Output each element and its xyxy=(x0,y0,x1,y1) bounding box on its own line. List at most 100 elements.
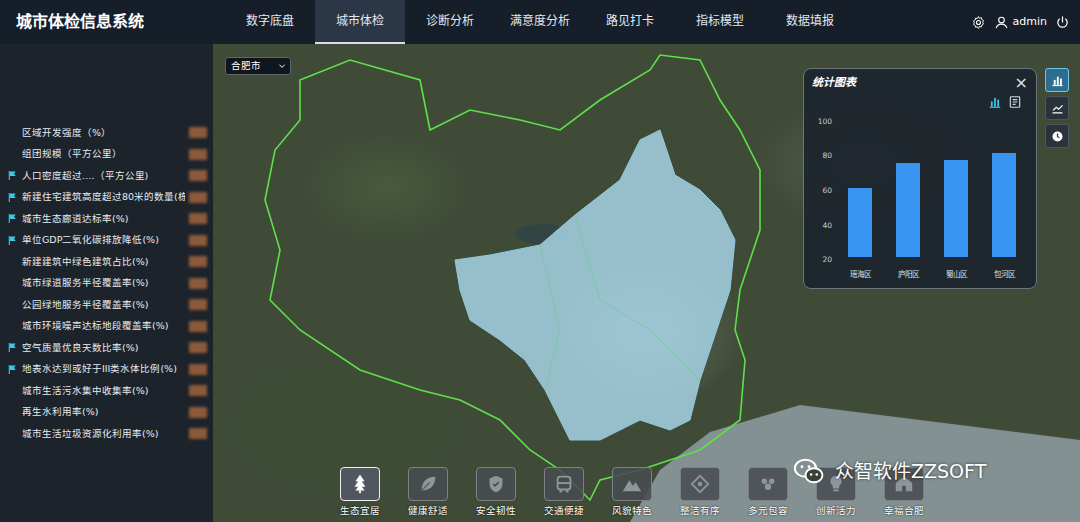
gear-icon[interactable] xyxy=(971,15,986,30)
y-tick: 40 xyxy=(812,220,832,231)
sidebar-item[interactable]: 新建住宅建筑高度超过80米的数量(栋) xyxy=(0,187,213,209)
sidebar-item[interactable]: 空气质量优良天数比率(%) xyxy=(0,337,213,359)
map-view[interactable]: 合肥市统计图表×10080604020瑶海区庐阳区蜀山区包河区生态宜居健康舒适安… xyxy=(213,44,1080,522)
sidebar-item[interactable]: 人口密度超过….（平方公里) xyxy=(0,165,213,187)
chart-title: 统计图表 xyxy=(812,75,856,92)
line-chart-icon xyxy=(1050,101,1065,116)
close-button[interactable]: × xyxy=(1015,75,1028,91)
sidebar-item[interactable]: 新建建筑中绿色建筑占比(%) xyxy=(0,251,213,273)
wechat-icon xyxy=(789,454,829,488)
sidebar-item[interactable]: 城市生活垃圾资源化利用率(%) xyxy=(0,423,213,445)
bus-icon xyxy=(553,473,575,495)
theme-icon-box xyxy=(748,467,788,501)
theme-label: 多元包容 xyxy=(748,504,788,518)
main-tabs: 数字底盘城市体检诊断分析满意度分析路见打卡指标模型数据填报 xyxy=(225,0,855,44)
sidebar-item[interactable]: 再生水利用率(%) xyxy=(0,402,213,424)
flag-icon xyxy=(7,213,18,224)
y-tick: 80 xyxy=(812,150,832,161)
theme-button[interactable]: 健康舒适 xyxy=(398,467,458,518)
item-label: 组团规模（平方公里） xyxy=(22,147,185,161)
theme-button[interactable]: 交通便捷 xyxy=(534,467,594,518)
watermark-text: 众智软件ZZSOFT xyxy=(835,457,986,486)
nav-tab[interactable]: 城市体检 xyxy=(315,0,405,44)
theme-button[interactable]: 幸福合肥 xyxy=(874,467,934,518)
sidebar-item[interactable]: 单位GDP二氧化碳排放降低(%) xyxy=(0,230,213,252)
top-bar: 城市体检信息系统数字底盘城市体检诊断分析满意度分析路见打卡指标模型数据填报 adm… xyxy=(0,0,1080,44)
theme-button[interactable]: 多元包容 xyxy=(738,467,798,518)
x-axis: 瑶海区庐阳区蜀山区包河区 xyxy=(812,269,1028,280)
user-menu[interactable]: admin xyxy=(994,14,1047,31)
redacted-value xyxy=(189,127,207,138)
nav-tab[interactable]: 数据填报 xyxy=(765,0,855,44)
sidebar-item[interactable]: 公园绿地服务半径覆盖率(%) xyxy=(0,294,213,316)
x-label: 瑶海区 xyxy=(840,269,880,280)
sidebar-item[interactable]: 地表水达到或好于III类水体比例(%) xyxy=(0,359,213,381)
theme-button[interactable]: 创新活力 xyxy=(806,467,866,518)
theme-icon-box xyxy=(612,467,652,501)
sidebar-item[interactable]: 城市环境噪声达标地段覆盖率(%) xyxy=(0,316,213,338)
item-label: 人口密度超过….（平方公里) xyxy=(22,169,185,183)
user-name: admin xyxy=(1013,14,1047,31)
bar-track xyxy=(848,124,872,257)
table-icon[interactable] xyxy=(1008,95,1022,109)
item-label: 新建建筑中绿色建筑占比(%) xyxy=(22,255,185,269)
bar-track xyxy=(992,124,1016,257)
sidebar-item[interactable]: 城市生态廊道达标率(%) xyxy=(0,208,213,230)
nav-tab[interactable]: 数字底盘 xyxy=(225,0,315,44)
map-tool-button[interactable] xyxy=(1045,96,1069,120)
map-tool-button[interactable] xyxy=(1045,124,1069,148)
app-title: 城市体检信息系统 xyxy=(0,10,225,34)
y-tick: 60 xyxy=(812,185,832,196)
theme-button[interactable]: 安全韧性 xyxy=(466,467,526,518)
x-label: 蜀山区 xyxy=(936,269,976,280)
theme-label: 健康舒适 xyxy=(408,504,448,518)
theme-toolbar: 生态宜居健康舒适 安全韧性 交通便捷风貌特色整洁有序 多元包容 创新活力 幸福合肥 xyxy=(330,467,934,518)
nav-tab[interactable]: 诊断分析 xyxy=(405,0,495,44)
bar-chart: 10080604020 xyxy=(812,116,1028,266)
redacted-value xyxy=(189,235,207,246)
theme-button[interactable]: 风貌特色 xyxy=(602,467,662,518)
indicator-sidebar: 区域开发强度（%） 组团规模（平方公里） 人口密度超过….（平方公里) 新建住宅建筑高… xyxy=(0,44,213,522)
item-label: 地表水达到或好于III类水体比例(%) xyxy=(22,362,185,376)
theme-icon-box xyxy=(544,467,584,501)
bar-track xyxy=(944,124,968,257)
item-label: 再生水利用率(%) xyxy=(22,405,185,419)
power-icon[interactable] xyxy=(1055,15,1070,30)
bulb-icon xyxy=(825,473,847,495)
clock-icon xyxy=(1050,129,1065,144)
diamond-icon xyxy=(689,473,711,495)
bar-chart-icon[interactable] xyxy=(988,95,1002,109)
theme-label: 安全韧性 xyxy=(476,504,516,518)
sidebar-item[interactable]: 区域开发强度（%） xyxy=(0,122,213,144)
bar[interactable] xyxy=(944,160,968,256)
redacted-value xyxy=(189,278,207,289)
chart-panel: 统计图表×10080604020瑶海区庐阳区蜀山区包河区 xyxy=(803,68,1037,289)
bar-chart-icon xyxy=(1050,73,1065,88)
nav-tab[interactable]: 指标模型 xyxy=(675,0,765,44)
redacted-value xyxy=(189,256,207,267)
y-tick: 100 xyxy=(812,116,832,127)
theme-button[interactable]: 整洁有序 xyxy=(670,467,730,518)
city-select[interactable]: 合肥市 xyxy=(225,57,291,75)
item-label: 空气质量优良天数比率(%) xyxy=(22,341,185,355)
sidebar-item[interactable]: 组团规模（平方公里） xyxy=(0,144,213,166)
theme-label: 创新活力 xyxy=(816,504,856,518)
redacted-value xyxy=(189,364,207,375)
nav-tab[interactable]: 路见打卡 xyxy=(585,0,675,44)
leaf-icon xyxy=(417,473,439,495)
plot-area xyxy=(836,116,1028,266)
flag-icon xyxy=(7,235,18,246)
theme-label: 整洁有序 xyxy=(680,504,720,518)
sidebar-item[interactable]: 城市生活污水集中收集率(%) xyxy=(0,380,213,402)
mountain-icon xyxy=(621,473,643,495)
bar[interactable] xyxy=(848,188,872,256)
bar[interactable] xyxy=(992,153,1016,256)
map-tool-button[interactable] xyxy=(1045,68,1069,92)
bar[interactable] xyxy=(896,163,920,256)
sidebar-item[interactable]: 城市绿道服务半径覆盖率(%) xyxy=(0,273,213,295)
nav-tab[interactable]: 满意度分析 xyxy=(495,0,585,44)
theme-button[interactable]: 生态宜居 xyxy=(330,467,390,518)
item-label: 城市生活污水集中收集率(%) xyxy=(22,384,185,398)
item-label: 单位GDP二氧化碳排放降低(%) xyxy=(22,233,185,247)
people-icon xyxy=(757,473,779,495)
